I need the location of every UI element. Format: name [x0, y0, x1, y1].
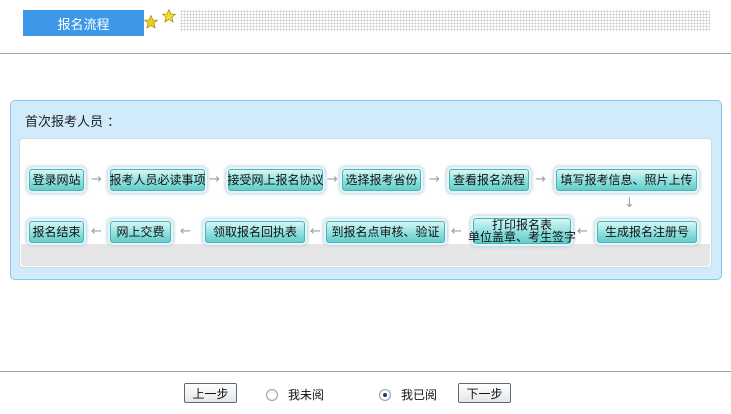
arrow-left-icon: ←: [310, 224, 321, 239]
flow-panel: 首次报考人员 ： 登录网站 → 报考人员必读事项 → 接受网上报名协议 → 选择…: [10, 100, 722, 280]
divider: [0, 371, 731, 372]
radio-unread-circle[interactable]: [266, 388, 278, 401]
radio-read-label: 我已阅: [401, 388, 438, 402]
arrow-left-icon: ←: [577, 224, 588, 239]
star-icon: [162, 9, 176, 23]
star-icon: [144, 15, 158, 29]
panel-title: 首次报考人员 ：: [25, 115, 121, 130]
radio-read-circle[interactable]: [379, 388, 391, 401]
arrow-right-icon: →: [91, 172, 102, 187]
divider: [0, 53, 731, 54]
arrow-left-icon: ←: [451, 224, 462, 239]
step-view-process[interactable]: 查看报名流程: [449, 169, 529, 191]
arrow-left-icon: ←: [180, 224, 191, 239]
radio-unread[interactable]: 我未阅: [266, 386, 324, 403]
step-site-verification[interactable]: 到报名点审核、验证: [326, 221, 445, 243]
arrow-right-icon: →: [429, 172, 440, 187]
step-registration-end[interactable]: 报名结束: [29, 221, 84, 243]
page-title-tab: 报名流程: [23, 10, 144, 36]
radio-unread-label: 我未阅: [288, 388, 325, 402]
arrow-down-icon: ↓: [624, 196, 635, 211]
step-read-notice[interactable]: 报考人员必读事项: [110, 169, 206, 191]
step-fill-info-upload-photo[interactable]: 填写报考信息、照片上传: [556, 169, 697, 191]
header-dotted-strip: [180, 10, 710, 31]
step-accept-agreement[interactable]: 接受网上报名协议: [228, 169, 324, 191]
step-generate-registration-number[interactable]: 生成报名注册号: [597, 221, 697, 243]
step-print-form-line2: 单位盖章、考生签字: [468, 230, 577, 244]
prev-step-button[interactable]: 上一步: [184, 383, 237, 403]
next-step-button[interactable]: 下一步: [458, 383, 511, 403]
step-print-form-seal-sign[interactable]: 打印报名表 单位盖章、考生签字: [468, 218, 576, 244]
flow-chart-area: 登录网站 → 报考人员必读事项 → 接受网上报名协议 → 选择报考省份 → 查看…: [19, 138, 712, 268]
step-login-site[interactable]: 登录网站: [29, 169, 84, 191]
step-collect-receipt[interactable]: 领取报名回执表: [205, 221, 305, 243]
step-choose-province[interactable]: 选择报考省份: [342, 169, 421, 191]
arrow-left-icon: ←: [91, 224, 102, 239]
step-online-payment[interactable]: 网上交费: [110, 221, 171, 243]
radio-read[interactable]: 我已阅: [379, 386, 437, 403]
arrow-right-icon: →: [535, 172, 546, 187]
arrow-right-icon: →: [209, 172, 220, 187]
arrow-right-icon: →: [327, 172, 338, 187]
flow-chart-footer-strip: [21, 244, 710, 266]
